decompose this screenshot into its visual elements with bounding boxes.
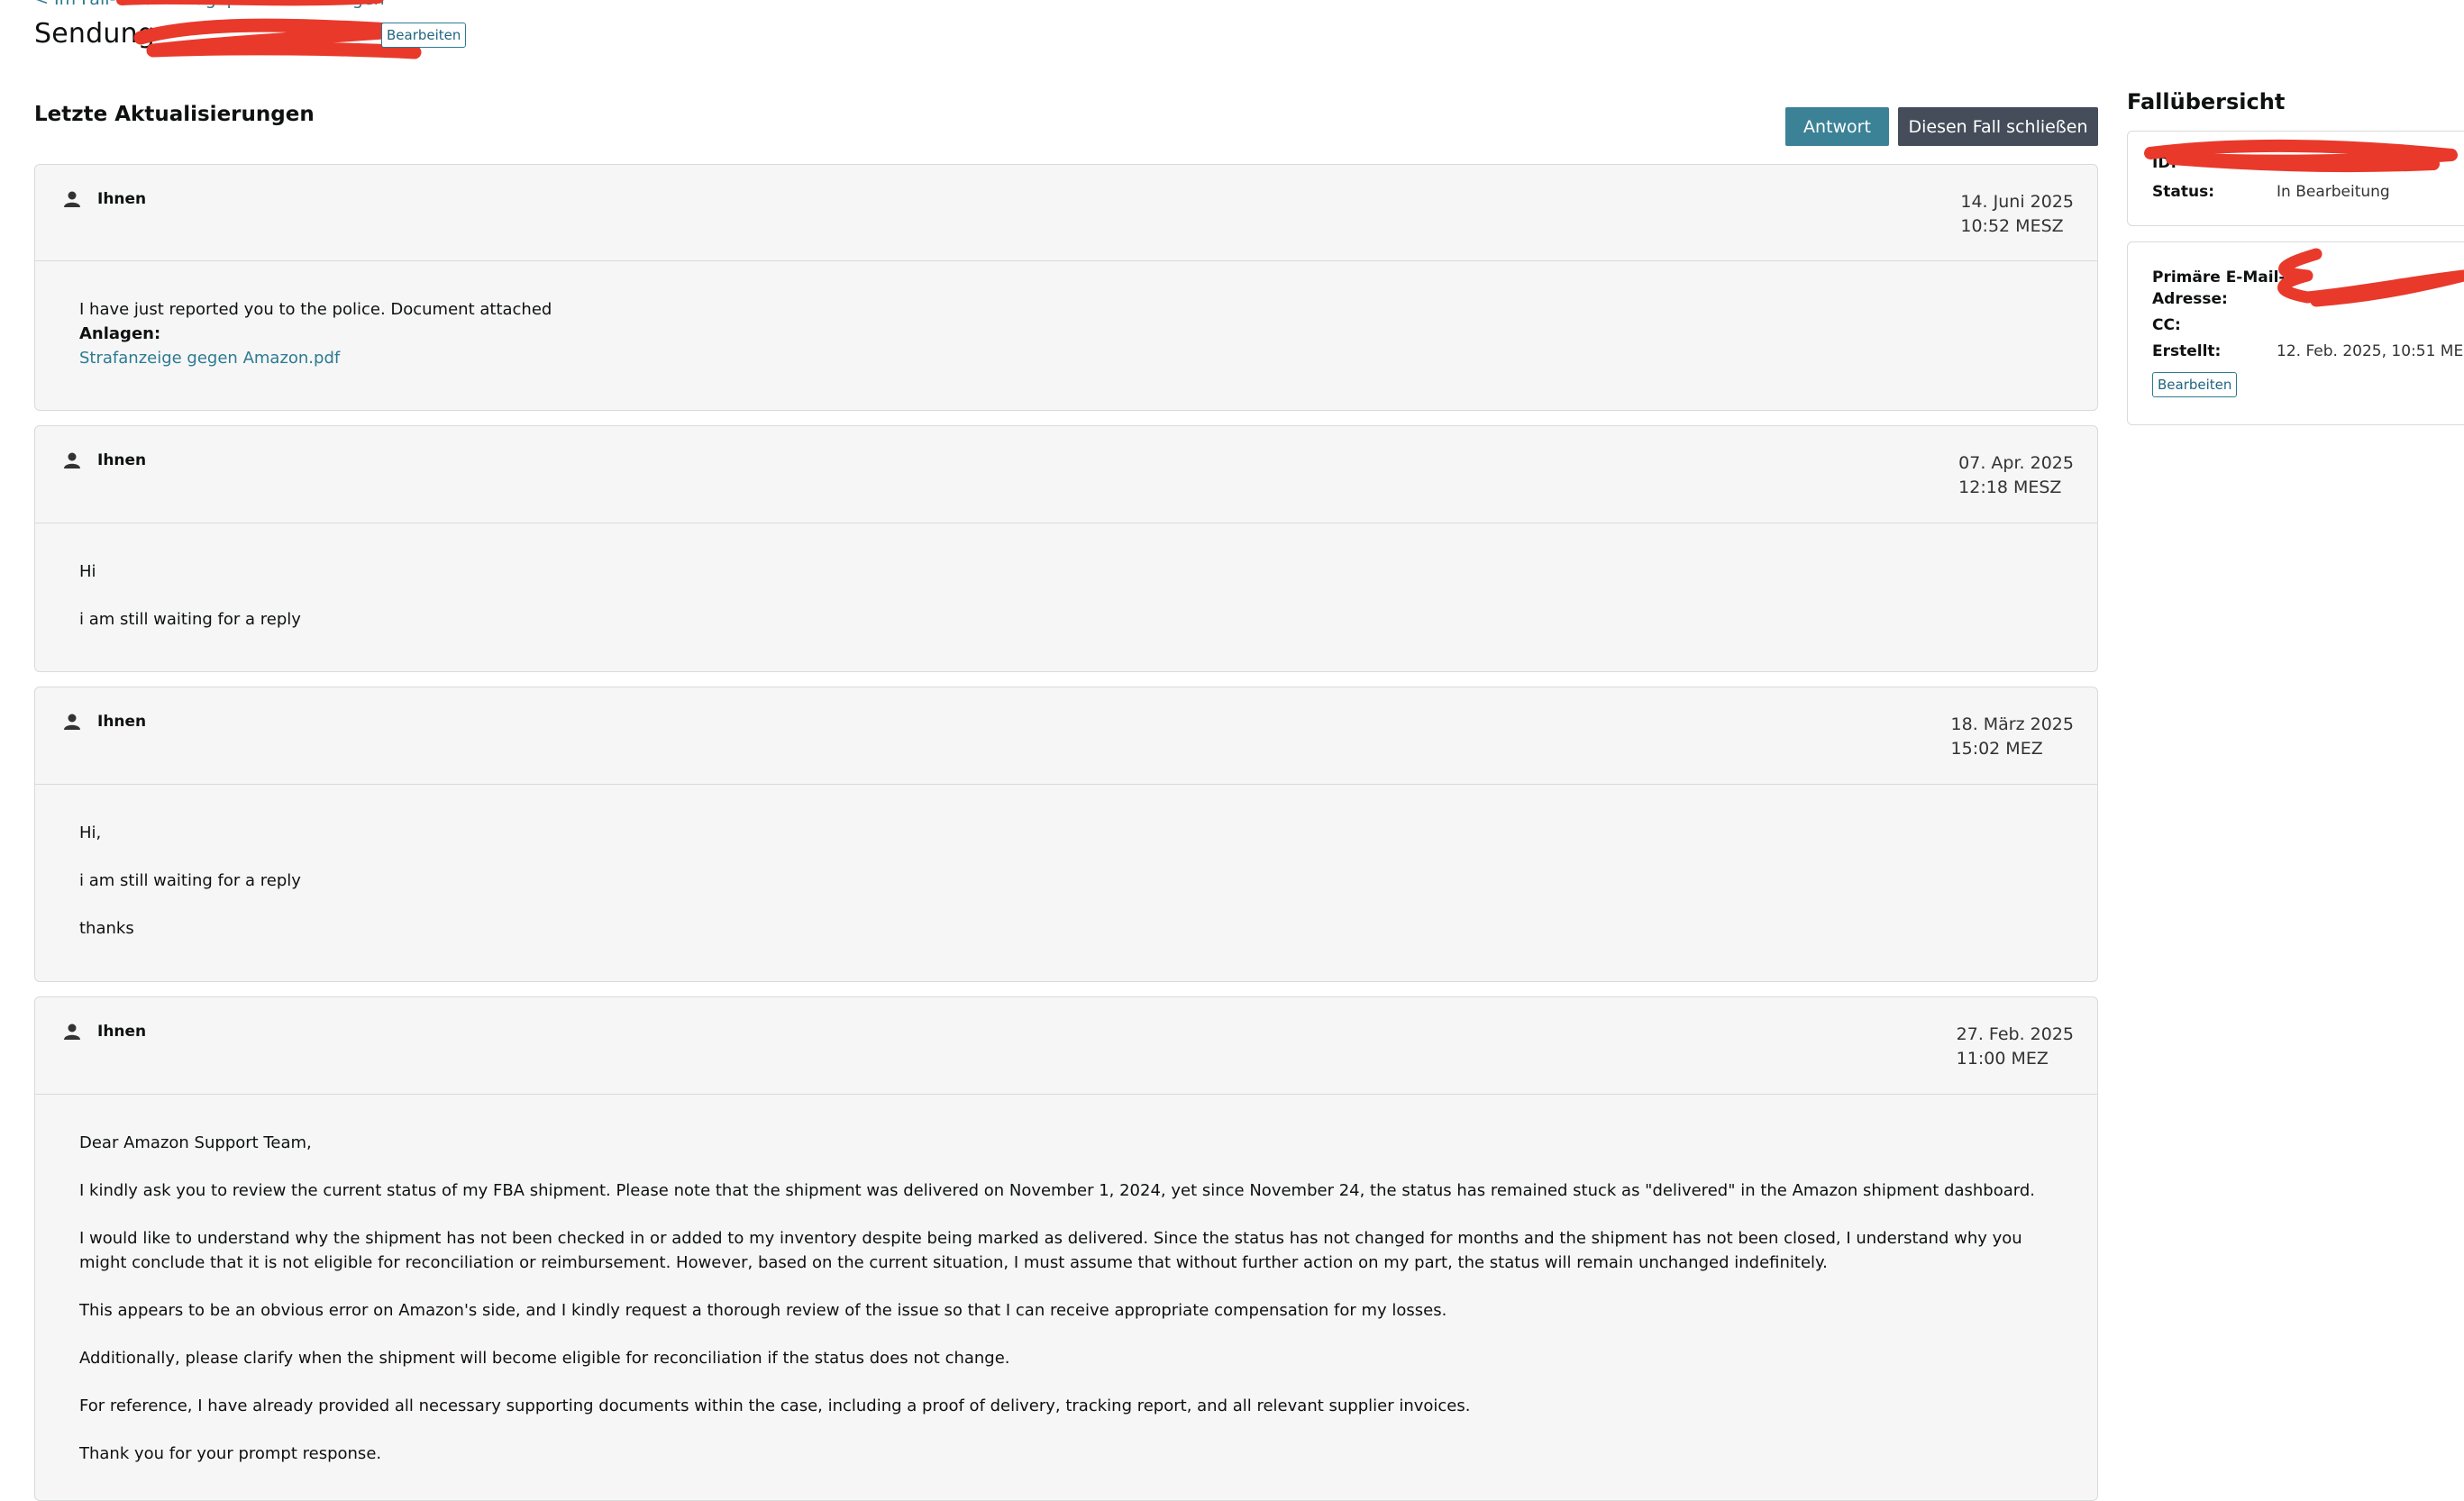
message-line: Dear Amazon Support Team, [79, 1133, 312, 1152]
message-time: 10:52 MESZ [1960, 216, 2064, 236]
created-label: Erstellt: [2152, 342, 2222, 360]
message-card: Ihnen 18. März 2025 15:02 MEZ Hi, i am s… [34, 687, 2098, 982]
message-line: Hi [79, 562, 96, 581]
edit-title-button[interactable]: Bearbeiten [381, 23, 467, 48]
message-time: 15:02 MEZ [1950, 739, 2043, 759]
redaction-scribble [133, 18, 422, 59]
message-author: Ihnen [97, 713, 147, 731]
message-line: I kindly ask you to review the current s… [79, 1181, 2036, 1200]
attachment-link[interactable]: Strafanzeige gegen Amazon.pdf [79, 346, 2097, 370]
message-time: 12:18 MESZ [1958, 478, 2062, 497]
cc-label: CC: [2152, 316, 2181, 334]
person-icon [64, 714, 80, 730]
message-author: Ihnen [97, 190, 147, 208]
message-text: I have just reported you to the police. … [79, 300, 552, 319]
person-icon [64, 1023, 80, 1040]
edit-details-button[interactable]: Bearbeiten [2152, 372, 2238, 397]
message-date: 27. Feb. 2025 [1956, 1024, 2074, 1044]
redaction-scribble [2144, 139, 2458, 172]
message-date: 07. Apr. 2025 [1958, 453, 2074, 473]
message-timestamp: 18. März 2025 15:02 MEZ [1951, 713, 2074, 761]
message-line: Hi, [79, 823, 102, 842]
message-card: Ihnen 07. Apr. 2025 12:18 MESZ Hi i am s… [34, 425, 2098, 672]
created-value: 12. Feb. 2025, 10:51 MEZ [2277, 342, 2464, 360]
message-timestamp: 27. Feb. 2025 11:00 MEZ [1957, 1023, 2074, 1071]
email-label-cont: Adresse: [2152, 290, 2228, 308]
message-date: 14. Juni 2025 [1960, 192, 2074, 212]
status-value: In Bearbeitung [2277, 183, 2390, 201]
reply-button[interactable]: Antwort [1785, 107, 1889, 146]
message-line: i am still waiting for a reply [79, 871, 301, 890]
message-time: 11:00 MEZ [1956, 1049, 2049, 1069]
message-line: i am still waiting for a reply [79, 610, 301, 629]
status-label: Status: [2152, 183, 2214, 201]
message-line: Thank you for your prompt response. [79, 1444, 382, 1463]
message-line: thanks [79, 919, 134, 938]
message-card: Ihnen 14. Juni 2025 10:52 MESZ I have ju… [34, 164, 2098, 411]
message-author: Ihnen [97, 1023, 147, 1041]
redaction-scribble [116, 0, 384, 6]
message-author: Ihnen [97, 451, 147, 469]
message-timestamp: 07. Apr. 2025 12:18 MESZ [1958, 451, 2074, 500]
recent-updates-heading: Letzte Aktualisierungen [34, 103, 315, 126]
person-icon [64, 452, 80, 468]
message-date: 18. März 2025 [1950, 714, 2074, 734]
message-timestamp: 14. Juni 2025 10:52 MESZ [1960, 190, 2074, 239]
message-line: I would like to understand why the shipm… [79, 1229, 2022, 1272]
message-card: Ihnen 27. Feb. 2025 11:00 MEZ Dear Amazo… [34, 996, 2098, 1501]
close-case-button[interactable]: Diesen Fall schließen [1898, 107, 2098, 146]
attachments-label: Anlagen: [79, 324, 161, 343]
redaction-scribble [2277, 248, 2464, 307]
message-line: Additionally, please clarify when the sh… [79, 1349, 1010, 1368]
message-line: This appears to be an obvious error on A… [79, 1301, 1447, 1320]
message-line: For reference, I have already provided a… [79, 1396, 1471, 1415]
person-icon [64, 191, 80, 207]
case-overview-heading: Fallübersicht [2127, 89, 2286, 114]
